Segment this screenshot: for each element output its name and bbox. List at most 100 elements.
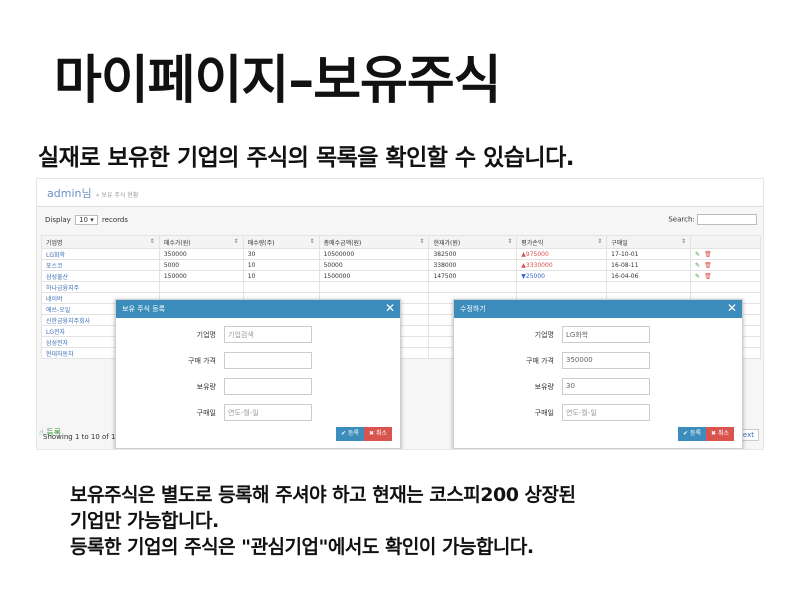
cell-qty: 10 [242,259,320,271]
table-row[interactable]: 삼성물산 150000 10 1500000 147500 ▼25000 16-04-06 ✎… [41,270,761,282]
page-size-select[interactable]: 10 ▾ [75,215,98,225]
register-modal: 보유 주식 등록 ✕ 기업명 기업검색구매 가격보유량구매일 연도-월-일 ✔ 등록 ✖… [115,299,401,449]
register-label: 등록 [46,428,62,437]
field-input[interactable] [224,378,312,395]
row-actions: ✎ 🗑 [690,259,761,271]
column-header-label: 평가손익 [521,239,544,247]
cell-qty [242,281,320,293]
cancel-button[interactable]: ✖ 취소 [364,427,392,441]
column-header[interactable]: 구매일 ⇕ [606,235,692,249]
edit-icon[interactable]: ✎ [695,251,700,258]
trash-icon[interactable]: 🗑 [704,273,712,280]
cell-total: 50000 [318,259,430,271]
sort-icon: ⇕ [309,237,315,245]
field-label: 구매 가격 [188,357,216,365]
column-header[interactable]: 매수량(주) ⇕ [242,235,320,249]
form-row: 구매일 연도-월-일 [494,404,674,422]
field-input[interactable] [224,352,312,369]
form-row: 구매일 연도-월-일 [156,404,336,422]
register-modal-title: 보유 주식 등록 [122,305,166,313]
thumbs-up-icon: ☝ [39,428,44,437]
form-row: 보유량 [156,378,336,396]
field-input[interactable]: 350000 [562,352,650,369]
cell-buy: 5000 [158,259,244,271]
column-header[interactable]: 기업명 ⇕ [41,235,160,249]
form-row: 구매 가격 350000 [494,352,674,370]
user-name[interactable]: admin님 [47,187,92,200]
sort-icon: ⇕ [419,237,425,245]
table-row[interactable]: 하나금융지주 [41,281,761,293]
sort-icon: ⇕ [507,237,513,245]
field-input[interactable]: LG화학 [562,326,650,343]
trash-icon[interactable]: 🗑 [704,262,712,269]
cell-buy [158,281,244,293]
note-line: 보유주식은 별도로 등록해 주셔야 하고 현재는 코스피200 상장된 [70,484,576,506]
cell-buy: 150000 [158,270,244,282]
column-header-label: 매수가(원) [163,239,191,247]
cell-cur: 338000 [428,259,518,271]
cell-cur [428,281,518,293]
search-label: Search: [668,215,695,224]
form-row: 보유량 30 [494,378,674,396]
field-label: 구매 가격 [526,357,554,365]
cancel-button[interactable]: ✖ 취소 [706,427,734,441]
cell-pl: ▲975000 [516,248,608,260]
field-input[interactable]: 30 [562,378,650,395]
submit-button[interactable]: ✔ 등록 [678,427,707,441]
close-icon[interactable]: ✕ [385,301,395,315]
submit-button[interactable]: ✔ 등록 [336,427,365,441]
table-controls: Display 10 ▾ records Search: [37,207,763,233]
cell-cur: 147500 [428,270,518,282]
edit-modal-title: 수정하기 [460,305,486,313]
field-label: 구매일 [196,409,216,417]
field-label: 보유량 [534,383,554,391]
row-actions: ✎ 🗑 [690,248,761,260]
column-header-label: 총매수금액(원) [323,239,362,247]
cell-name[interactable]: LG화학 [41,248,160,260]
cell-total [318,281,430,293]
table-row[interactable]: 포스코 5000 10 50000 338000 ▲3330000 16-08-11 ✎ 🗑 [41,259,761,271]
table-row[interactable]: LG화학 350000 30 10500000 382500 ▲975000 17-10-0… [41,248,761,260]
display-label: Display [45,216,71,224]
field-input[interactable]: 기업검색 [224,326,312,343]
sort-icon: ⇕ [681,237,687,245]
trash-icon[interactable]: 🗑 [704,251,712,258]
column-header[interactable]: 평가손익 ⇕ [516,235,608,249]
note-line: 등록한 기업의 주식은 "관심기업"에서도 확인이 가능합니다. [70,536,534,558]
row-actions: ✎ 🗑 [690,270,761,282]
cell-cur: 382500 [428,248,518,260]
field-label: 구매일 [534,409,554,417]
edit-icon[interactable]: ✎ [695,273,700,280]
edit-icon[interactable]: ✎ [695,262,700,269]
cell-pl: ▲3330000 [516,259,608,271]
records-label: records [101,216,128,224]
cell-total: 10500000 [318,248,430,260]
column-header[interactable]: 총매수금액(원) ⇕ [318,235,430,249]
field-input[interactable]: 연도-월-일 [562,404,650,421]
cell-name[interactable]: 하나금융지주 [41,281,160,293]
form-row: 구매 가격 [156,352,336,370]
cell-qty: 10 [242,270,320,282]
field-input[interactable]: 연도-월-일 [224,404,312,421]
cell-qty: 30 [242,248,320,260]
field-label: 보유량 [196,383,216,391]
close-icon[interactable]: ✕ [727,301,737,315]
search-input[interactable] [697,214,757,225]
register-link[interactable]: ☝ 등록 [39,427,61,438]
app-screenshot: admin님 » 보유 주식 현황 Display 10 ▾ records S… [36,178,764,450]
field-label: 기업명 [196,331,216,339]
cell-date: 16-08-11 [606,259,692,271]
cell-name[interactable]: 포스코 [41,259,160,271]
column-header[interactable]: 매수가(원) ⇕ [158,235,244,249]
slide-title: 마이페이지–보유주식 [54,51,502,111]
column-header-label: 매수량(주) [247,239,275,247]
column-header[interactable]: 현재가(원) ⇕ [428,235,518,249]
cell-date: 16-04-06 [606,270,692,282]
sort-icon: ⇕ [149,237,155,245]
sort-icon: ⇕ [233,237,239,245]
cell-name[interactable]: 삼성물산 [41,270,160,282]
page-size-value: 10 [79,216,88,224]
app-header: admin님 » 보유 주식 현황 [37,179,763,207]
field-label: 기업명 [534,331,554,339]
cell-date [606,281,692,293]
